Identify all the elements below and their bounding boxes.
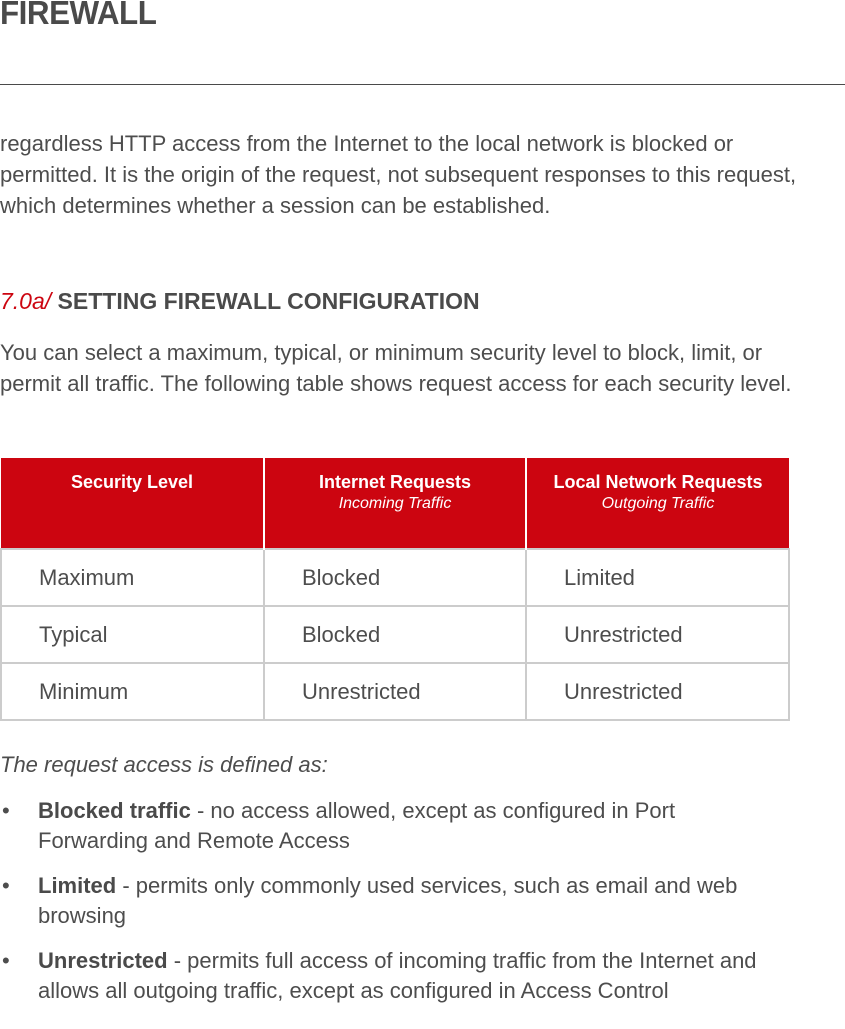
list-item: • Unrestricted - permits full access of i… xyxy=(0,946,788,1006)
definitions-list: • Blocked traffic - no access allowed, ex… xyxy=(0,796,800,1021)
header-label: Local Network Requests xyxy=(553,472,763,492)
cell-security-level: Maximum xyxy=(0,548,265,607)
section-heading: 7.0a/ SETTING FIREWALL CONFIGURATION xyxy=(0,288,480,315)
table-header-row: Security Level Internet Requests Incomin… xyxy=(1,458,789,549)
cell-local-network-requests: Limited xyxy=(525,548,790,607)
title-divider xyxy=(0,84,845,85)
section-paragraph: You can select a maximum, typical, or mi… xyxy=(0,340,792,396)
intro-paragraph: regardless HTTP access from the Internet… xyxy=(0,131,797,218)
definition-term: Blocked traffic xyxy=(38,798,191,823)
bullet-icon: • xyxy=(2,948,10,973)
header-sublabel: Outgoing Traffic xyxy=(601,495,715,512)
header-local-network-requests: Local Network Requests Outgoing Traffic xyxy=(525,458,789,549)
table-row: Maximum Blocked Limited xyxy=(0,548,790,607)
cell-internet-requests: Blocked xyxy=(263,605,527,664)
cell-internet-requests: Unrestricted xyxy=(263,662,527,721)
list-item: • Limited - permits only commonly used se… xyxy=(0,871,788,931)
list-item: • Blocked traffic - no access allowed, ex… xyxy=(0,796,788,856)
cell-security-level: Typical xyxy=(0,605,265,664)
header-internet-requests: Internet Requests Incoming Traffic xyxy=(263,458,526,549)
cell-local-network-requests: Unrestricted xyxy=(525,662,790,721)
bullet-icon: • xyxy=(2,873,10,898)
header-label: Internet Requests xyxy=(318,472,472,492)
definitions-intro: The request access is defined as: xyxy=(0,752,328,777)
section-number: 7.0a/ xyxy=(0,288,52,314)
header-security-level: Security Level xyxy=(1,458,264,549)
header-label: Security Level xyxy=(70,472,194,492)
cell-security-level: Minimum xyxy=(0,662,265,721)
definition-term: Unrestricted xyxy=(38,948,168,973)
table-row: Minimum Unrestricted Unrestricted xyxy=(0,662,790,721)
cell-local-network-requests: Unrestricted xyxy=(525,605,790,664)
header-sublabel: Incoming Traffic xyxy=(338,495,452,512)
table-row: Typical Blocked Unrestricted xyxy=(0,605,790,664)
bullet-icon: • xyxy=(2,798,10,823)
security-level-table: Security Level Internet Requests Incomin… xyxy=(0,458,790,721)
page-title: FIREWALL xyxy=(0,0,157,31)
definition-text: - permits only commonly used services, s… xyxy=(38,873,738,928)
cell-internet-requests: Blocked xyxy=(263,548,527,607)
section-heading-text: SETTING FIREWALL CONFIGURATION xyxy=(57,288,480,314)
definition-term: Limited xyxy=(38,873,117,898)
